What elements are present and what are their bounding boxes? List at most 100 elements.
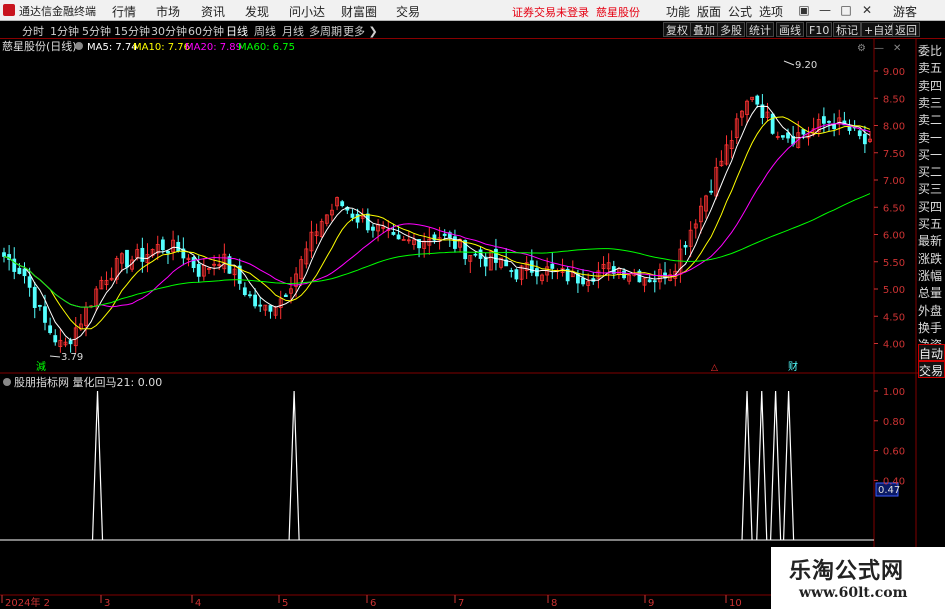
candle-body [37, 304, 42, 307]
sidepanel-item[interactable]: 换手 [918, 319, 945, 336]
menu-quotes[interactable]: 行情 [112, 3, 136, 20]
price-tick-label: 6.00 [883, 231, 905, 242]
menu-news[interactable]: 资讯 [201, 3, 225, 20]
indicator-spike [756, 390, 768, 541]
kline-chart[interactable]: 慈星股份(日线) MA5: 7.74 MA10: 7.76 MA20: 7.89… [0, 39, 945, 609]
period-more[interactable]: 更多 ❯ [343, 23, 378, 39]
candle-body [821, 116, 826, 124]
sidepanel-item[interactable]: 交易 [918, 361, 945, 379]
sidepanel-item[interactable]: 委比 [918, 42, 945, 59]
sidepanel-item[interactable]: 卖五 [918, 59, 945, 76]
price-tick-label: 7.50 [883, 149, 905, 160]
indicator-tick-label: 0.80 [883, 417, 905, 428]
period-intraday[interactable]: 分时 [22, 23, 44, 39]
menu-options[interactable]: 选项 [759, 3, 783, 20]
date-axis: 2024年 2 3 4 5 6 7 8 9 10 [1, 595, 742, 609]
period-weekly[interactable]: 周线 [254, 23, 276, 39]
overlay-button[interactable]: 叠加 [690, 22, 718, 37]
candle-body [473, 253, 478, 256]
sidepanel-item[interactable]: 卖一 [918, 129, 945, 146]
menu-ask-xiaoda[interactable]: 问小达 [289, 3, 325, 20]
sidepanel-item[interactable]: 卖二 [918, 111, 945, 128]
price-tick-label: 7.00 [883, 176, 905, 187]
menu-market[interactable]: 市场 [156, 3, 180, 20]
menu-function[interactable]: 功能 [666, 3, 690, 20]
candle-body [160, 239, 165, 251]
guest-label[interactable]: 游客 [893, 3, 917, 20]
candle-body [857, 130, 862, 137]
adjust-button[interactable]: 复权 [663, 22, 691, 37]
menu-wealth-circle[interactable]: 财富圈 [341, 3, 377, 20]
close-button[interactable]: ✕ [857, 1, 877, 19]
candle-body [494, 248, 498, 263]
indicator-spike [770, 390, 782, 541]
statistics-button[interactable]: 统计 [746, 22, 774, 37]
candle-body [283, 294, 288, 297]
sidepanel-item[interactable]: 最新 [918, 232, 945, 249]
trade-login-notice[interactable]: 证券交易未登录 慈星股份 [512, 4, 640, 20]
sidepanel-item[interactable]: 涨幅 [918, 267, 945, 284]
sidepanel-item[interactable]: 卖四 [918, 77, 945, 94]
candle-body [391, 232, 396, 235]
price-tick-label: 8.50 [883, 94, 905, 105]
indicator-series [0, 390, 874, 541]
maximize-button[interactable]: □ [836, 1, 856, 19]
menu-formula[interactable]: 公式 [728, 3, 752, 20]
period-toolbar: 分时 1分钟 5分钟 15分钟 30分钟 60分钟 日线 周线 月线 多周期 更… [0, 21, 945, 39]
back-button[interactable]: 返回 [892, 22, 920, 37]
watermark-url: www.60lt.com [799, 585, 908, 601]
candle-body [140, 247, 145, 262]
candle-body [258, 304, 263, 307]
period-30min[interactable]: 30分钟 [151, 23, 187, 39]
date-tick-label: 10 [729, 598, 742, 609]
sidepanel-item[interactable]: 买五 [918, 215, 945, 232]
period-multi[interactable]: 多周期 [309, 23, 342, 39]
mark-button[interactable]: 标记 [833, 22, 861, 37]
candle-body [862, 133, 867, 145]
sidepanel-item[interactable]: 涨跌 [918, 250, 945, 267]
minimize-chart-icon[interactable]: — [874, 43, 884, 54]
ma-settings-icon[interactable] [75, 42, 83, 50]
date-tick-label: 3 [104, 598, 110, 609]
ma60-line [3, 193, 871, 308]
login-status: 证券交易未登录 [512, 6, 589, 19]
menu-layout[interactable]: 版面 [697, 3, 721, 20]
period-monthly[interactable]: 月线 [282, 23, 304, 39]
sidepanel-item[interactable]: 自动 [918, 344, 945, 361]
candle-body [709, 190, 714, 193]
candle-body [827, 121, 831, 123]
sidepanel-item[interactable]: 买二 [918, 163, 945, 180]
candle-body [755, 95, 760, 105]
sidepanel-item[interactable]: 卖三 [918, 94, 945, 111]
candle-body [242, 287, 247, 296]
sidepanel-item[interactable]: 买三 [918, 180, 945, 197]
period-5min[interactable]: 5分钟 [82, 23, 111, 39]
skin-button[interactable]: ▣ [794, 1, 814, 19]
candle-body [365, 213, 370, 231]
candle-body [340, 201, 345, 207]
date-tick-label: 8 [551, 598, 557, 609]
event-marker: △ [711, 363, 718, 373]
sidepanel-item[interactable]: 买一 [918, 146, 945, 163]
close-chart-icon[interactable]: ✕ [893, 43, 901, 54]
indicator-settings-icon[interactable] [3, 378, 11, 386]
sidepanel-item[interactable]: 买四 [918, 198, 945, 215]
buy-marker: 減 [36, 360, 46, 373]
watermark-title: 乐淘公式网 [789, 559, 905, 584]
f10-button[interactable]: F10 [806, 22, 833, 37]
chart-labels: 慈星股份(日线) MA5: 7.74 MA10: 7.76 MA20: 7.89… [2, 39, 901, 389]
sidepanel-item[interactable]: 总量 [918, 284, 945, 301]
period-60min[interactable]: 60分钟 [188, 23, 224, 39]
menu-trade[interactable]: 交易 [396, 3, 420, 20]
draw-line-button[interactable]: 画线 [776, 22, 804, 37]
candle-body [652, 280, 657, 283]
sidepanel-item[interactable]: 外盘 [918, 302, 945, 319]
period-daily[interactable]: 日线 [226, 23, 248, 39]
price-tick-label: 4.50 [883, 312, 905, 323]
menu-discover[interactable]: 发现 [245, 3, 269, 20]
multi-stock-button[interactable]: 多股 [717, 22, 745, 37]
minimize-button[interactable]: — [815, 1, 835, 19]
period-1min[interactable]: 1分钟 [50, 23, 79, 39]
gear-icon[interactable]: ⚙ [857, 43, 866, 54]
period-15min[interactable]: 15分钟 [114, 23, 150, 39]
